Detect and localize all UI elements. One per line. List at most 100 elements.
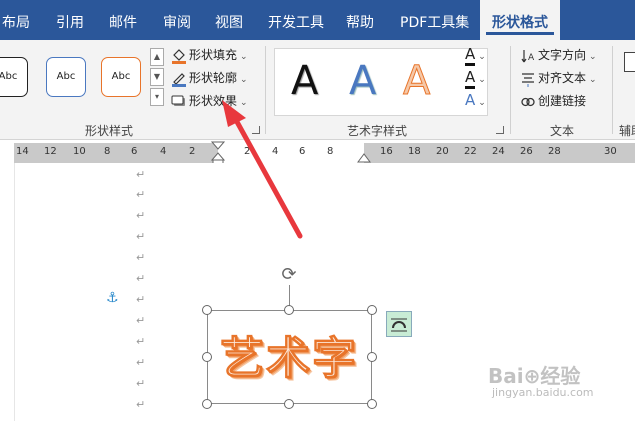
ruler-number: 4 (160, 146, 167, 157)
svg-text:A: A (528, 53, 535, 63)
ruler-number: 12 (44, 146, 57, 157)
layout-options-icon[interactable] (386, 311, 412, 337)
ruler-number: 10 (73, 146, 86, 157)
shape-style-preset-blue[interactable]: Abc (46, 57, 86, 97)
tab-references[interactable]: 引用 (56, 0, 84, 40)
ruler-number: 2 (244, 146, 251, 157)
wordart-styles-dialog-launcher-icon[interactable] (496, 126, 504, 134)
ruler-number: 16 (380, 146, 393, 157)
resize-handle-bottom-right[interactable] (367, 399, 377, 409)
anchor-icon[interactable]: ⚓ (106, 290, 119, 306)
watermark: Bai⊕经验 jingyan.baidu.com (488, 350, 633, 410)
shape-style-gallery-scroll: ▲ ▼ ▾ (150, 48, 164, 106)
horizontal-ruler[interactable]: 14 12 10 8 6 4 2 2 4 6 8 16 18 20 22 24 … (14, 141, 635, 167)
tab-layout[interactable]: 布局 (2, 0, 30, 40)
align-text-button[interactable]: 对齐文本 ⌄ (520, 67, 597, 89)
chevron-down-icon: ⌄ (478, 98, 486, 108)
text-fill-icon: A (465, 45, 476, 66)
wordart-style-gallery: A A A (274, 48, 488, 116)
wordart-preset-orange-outline[interactable]: A (402, 59, 430, 104)
text-fill-button[interactable]: A ⌄ (465, 44, 486, 66)
group-label-shape-styles: 形状样式 (85, 124, 134, 138)
chevron-down-icon: ⌄ (240, 52, 248, 62)
ruler-number: 18 (408, 146, 421, 157)
paragraph-mark: ↵ (136, 293, 146, 306)
chevron-down-icon: ⌄ (478, 52, 486, 62)
align-text-icon (520, 71, 536, 87)
paragraph-mark: ↵ (136, 230, 146, 243)
wordart-text[interactable]: 艺术字 (220, 322, 358, 386)
shape-styles-dialog-launcher-icon[interactable] (252, 126, 260, 134)
paragraph-mark: ↵ (136, 168, 146, 181)
watermark-url: jingyan.baidu.com (492, 386, 594, 399)
shape-effects-button[interactable]: 形状效果 ⌄ (171, 90, 248, 112)
chevron-down-icon: ⌄ (478, 75, 486, 85)
ribbon: Abc Abc Abc ▲ ▼ ▾ 形状填充 ⌄ 形状轮廓 ⌄ 形状效果 ⌄ 形状样式… (0, 40, 635, 140)
ribbon-separator (510, 46, 511, 134)
resize-handle-top-right[interactable] (367, 305, 377, 315)
ruler-text-area (218, 143, 364, 163)
chevron-down-icon: ⌄ (240, 98, 248, 108)
tab-help[interactable]: 帮助 (346, 0, 374, 40)
ruler-number: 8 (104, 146, 111, 157)
paragraph-mark: ↵ (136, 335, 146, 348)
chevron-down-icon: ⌄ (240, 75, 248, 85)
shape-fill-button[interactable]: 形状填充 ⌄ (171, 44, 248, 66)
paragraph-mark: ↵ (136, 188, 146, 201)
ruler-number: 22 (464, 146, 477, 157)
ruler-number: 28 (548, 146, 561, 157)
gallery-up-icon[interactable]: ▲ (150, 48, 164, 66)
ruler-number: 14 (16, 146, 29, 157)
text-effects-icon: A (465, 91, 476, 109)
text-direction-button[interactable]: A 文字方向 ⌄ (520, 44, 597, 66)
gallery-down-icon[interactable]: ▼ (150, 68, 164, 86)
chevron-down-icon: ⌄ (589, 75, 597, 85)
right-indent-marker[interactable] (357, 151, 371, 163)
gallery-more-icon[interactable]: ▾ (150, 88, 164, 106)
create-link-button[interactable]: 创建链接 (520, 90, 586, 112)
rotate-handle-icon[interactable]: ⟳ (279, 265, 299, 285)
chevron-down-icon: ⌄ (589, 52, 597, 62)
shape-style-preset-black[interactable]: Abc (0, 57, 28, 97)
shape-effects-icon (171, 94, 187, 110)
paragraph-mark: ↵ (136, 209, 146, 222)
resize-handle-top[interactable] (284, 305, 294, 315)
tab-developer[interactable]: 开发工具 (268, 0, 324, 40)
tab-pdf-tools[interactable]: PDF工具集 (400, 0, 469, 40)
text-direction-icon: A (520, 48, 536, 64)
shape-style-preset-orange[interactable]: Abc (101, 57, 141, 97)
text-outline-button[interactable]: A ⌄ (465, 67, 486, 89)
text-outline-icon: A (465, 68, 476, 89)
paragraph-mark: ↵ (136, 272, 146, 285)
paragraph-mark: ↵ (136, 377, 146, 390)
paint-bucket-icon (171, 48, 187, 64)
paragraph-mark: ↵ (136, 314, 146, 327)
tab-review[interactable]: 审阅 (163, 0, 191, 40)
tab-view[interactable]: 视图 (215, 0, 243, 40)
wordart-preset-blue[interactable]: A (349, 59, 376, 103)
group-label-accessibility: 辅助 (619, 124, 635, 138)
group-label-text: 文本 (550, 124, 575, 138)
resize-handle-bottom-left[interactable] (202, 399, 212, 409)
ruler-number: 6 (131, 146, 138, 157)
tab-mailings[interactable]: 邮件 (109, 0, 137, 40)
pen-outline-icon (171, 71, 187, 87)
tab-shape-format[interactable]: 形状格式 (480, 0, 560, 40)
ruler-number: 24 (492, 146, 505, 157)
resize-handle-right[interactable] (367, 352, 377, 362)
wordart-preset-black[interactable]: A (291, 59, 318, 103)
ruler-number: 2 (189, 146, 196, 157)
ruler-number: 30 (604, 146, 617, 157)
ruler-number: 8 (327, 146, 334, 157)
ruler-number: 26 (520, 146, 533, 157)
text-effects-button[interactable]: A ⌄ (465, 90, 486, 112)
resize-handle-top-left[interactable] (202, 305, 212, 315)
paragraph-mark: ↵ (136, 398, 146, 411)
ruler-number: 20 (436, 146, 449, 157)
ribbon-separator (265, 46, 266, 134)
resize-handle-bottom[interactable] (284, 399, 294, 409)
link-icon (520, 94, 536, 110)
resize-handle-left[interactable] (202, 352, 212, 362)
shape-outline-button[interactable]: 形状轮廓 ⌄ (171, 67, 248, 89)
alt-text-icon[interactable] (624, 52, 635, 72)
